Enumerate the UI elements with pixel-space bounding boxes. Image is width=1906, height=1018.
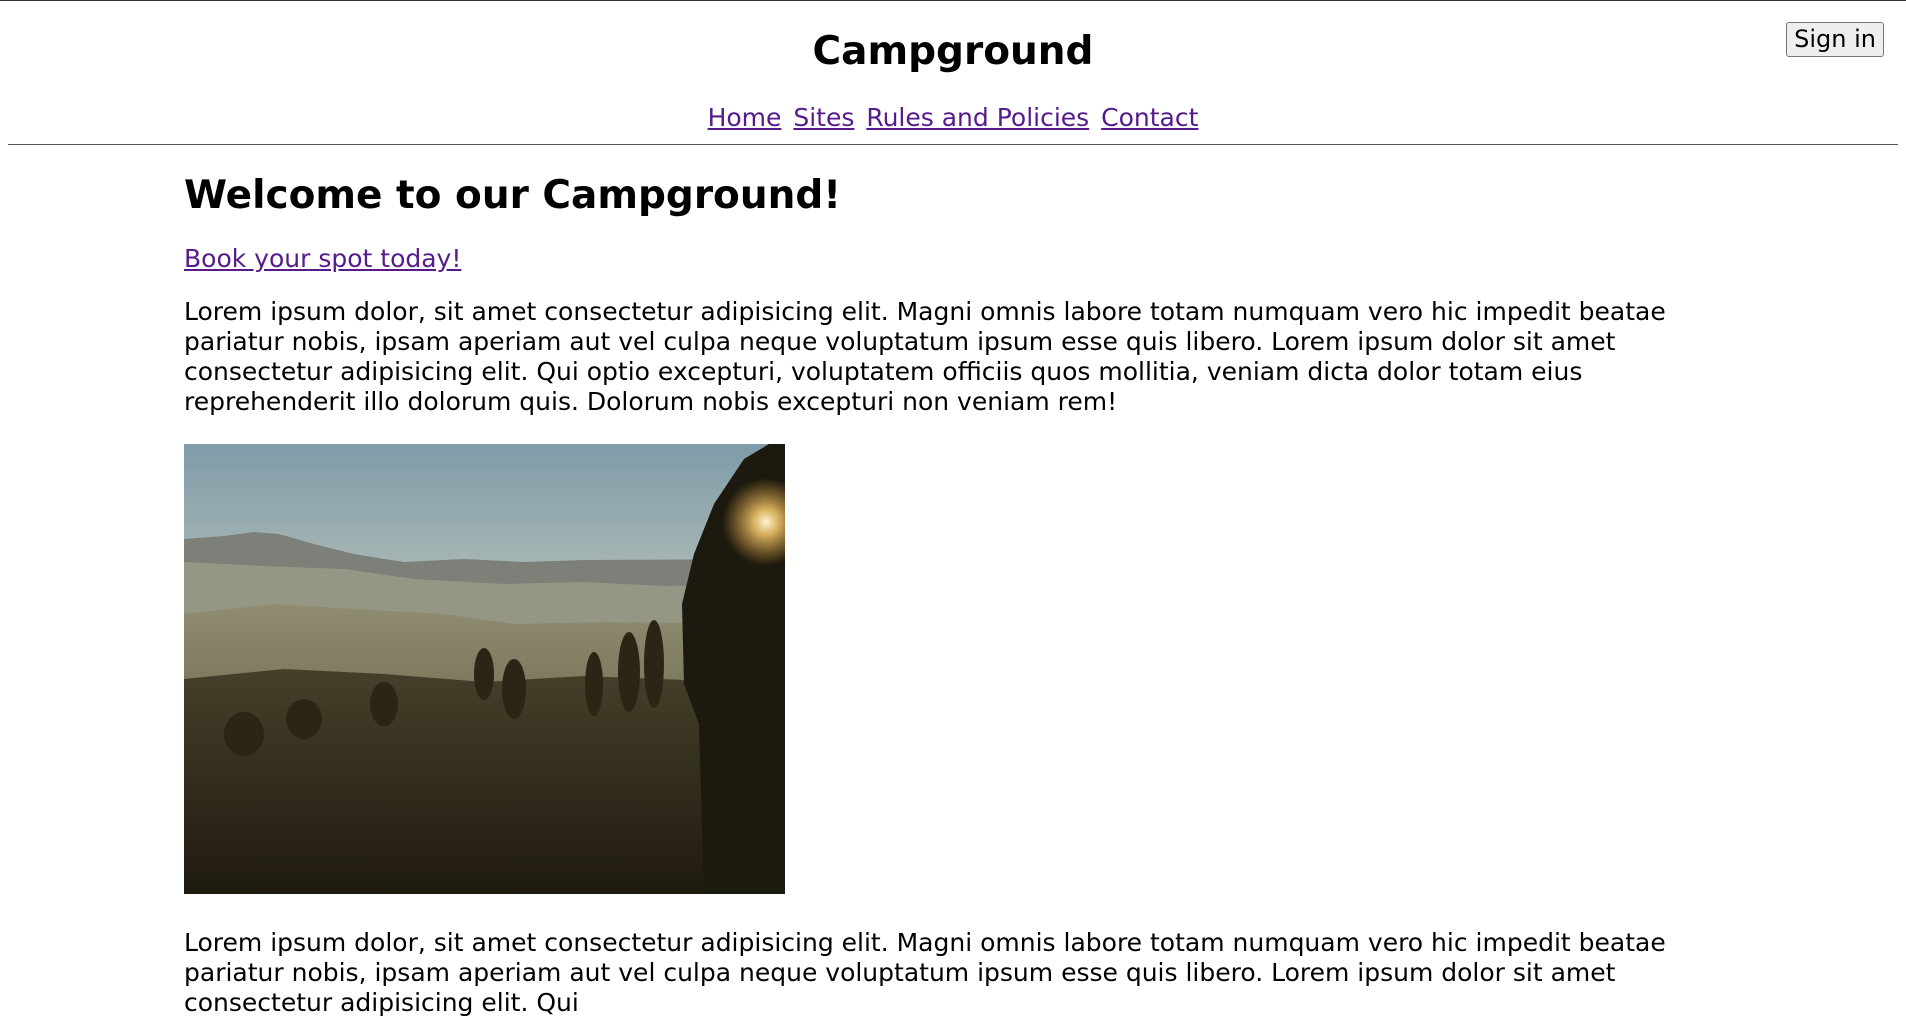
second-paragraph: Lorem ipsum dolor, sit amet consectetur … bbox=[184, 928, 1666, 1017]
nav-link-contact[interactable]: Contact bbox=[1101, 103, 1198, 132]
page-heading: Welcome to our Campground! bbox=[184, 173, 842, 218]
main-content: Welcome to our Campground! Book your spo… bbox=[184, 171, 1684, 1018]
site-header: Campground Sign in Home Sites Rules and … bbox=[0, 1, 1906, 145]
nav-link-home[interactable]: Home bbox=[708, 103, 782, 132]
site-title: Campground bbox=[812, 29, 1094, 74]
nav-link-rules-and-policies[interactable]: Rules and Policies bbox=[866, 103, 1089, 132]
intro-paragraph: Lorem ipsum dolor, sit amet consectetur … bbox=[184, 297, 1666, 416]
nav-link-sites[interactable]: Sites bbox=[793, 103, 854, 132]
book-link[interactable]: Book your spot today! bbox=[184, 243, 461, 275]
sign-in-button[interactable]: Sign in bbox=[1786, 22, 1884, 57]
landscape-photo bbox=[184, 444, 785, 894]
header-divider bbox=[8, 144, 1898, 145]
main-nav: Home Sites Rules and Policies Contact bbox=[0, 101, 1906, 135]
